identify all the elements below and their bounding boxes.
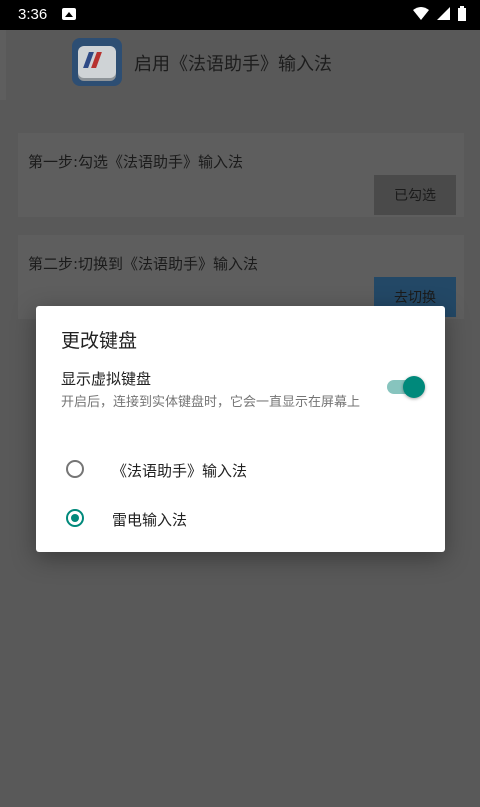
status-time: 3:36	[18, 6, 48, 23]
option-label: 《法语助手》输入法	[112, 462, 248, 480]
checked-button[interactable]: 已勾选	[374, 175, 456, 215]
switch-description: 开启后，连接到实体键盘时，它会一直显示在屏幕上	[61, 395, 361, 410]
step-label: 第二步:切换到《法语助手》输入法	[28, 255, 259, 273]
battery-icon	[458, 6, 466, 21]
step-label: 第一步:勾选《法语助手》输入法	[28, 153, 244, 171]
status-bar: 3:36	[0, 0, 480, 30]
toggle-knob	[403, 376, 425, 398]
status-icons	[413, 6, 466, 21]
image-icon	[62, 8, 76, 20]
option-label: 雷电输入法	[112, 511, 188, 529]
radio-unchecked-icon[interactable]	[66, 460, 84, 478]
keyboard-option-fayu[interactable]: 《法语助手》输入法	[36, 447, 445, 497]
radio-checked-icon[interactable]	[66, 509, 84, 527]
cell-signal-icon	[437, 7, 450, 20]
page-title: 启用《法语助手》输入法	[134, 54, 332, 75]
app-header: 启用《法语助手》输入法	[0, 30, 480, 100]
app-logo-icon	[72, 38, 122, 86]
switch-label: 显示虚拟键盘	[61, 370, 152, 388]
step-card-1: 第一步:勾选《法语助手》输入法 已勾选	[18, 133, 464, 217]
dialog-title: 更改键盘	[61, 330, 138, 352]
change-keyboard-dialog: 更改键盘 显示虚拟键盘 开启后，连接到实体键盘时，它会一直显示在屏幕上 《法语助…	[36, 306, 445, 552]
wifi-icon	[413, 6, 429, 20]
keyboard-option-leidian[interactable]: 雷电输入法	[36, 496, 445, 546]
virtual-keyboard-toggle[interactable]	[387, 376, 425, 398]
virtual-keyboard-switch-row[interactable]: 显示虚拟键盘 开启后，连接到实体键盘时，它会一直显示在屏幕上	[61, 368, 427, 413]
